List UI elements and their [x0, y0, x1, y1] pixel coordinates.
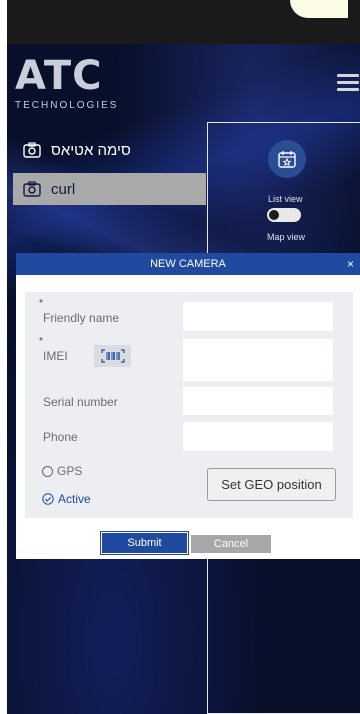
dialog-header: NEW CAMERA ×: [16, 253, 360, 275]
required-mark: *: [39, 298, 43, 309]
camera-icon: [23, 142, 41, 158]
cancel-button[interactable]: Cancel: [191, 535, 271, 553]
phone-label: Phone: [43, 430, 78, 444]
calendar-button[interactable]: [268, 140, 306, 178]
atc-logo: ATC TECHNOLOGIES: [15, 56, 118, 111]
camera-list-item[interactable]: סימה אטיאס: [13, 134, 206, 166]
camera-icon: [23, 181, 41, 197]
new-camera-dialog: NEW CAMERA × * Friendly name * IMEI Seri…: [16, 253, 360, 559]
camera-list-item-selected[interactable]: curl: [13, 173, 206, 205]
camera-list-item-label: curl: [51, 180, 76, 198]
imei-label: IMEI: [43, 349, 68, 363]
logo-subtext: TECHNOLOGIES: [15, 100, 119, 111]
hamburger-menu-icon[interactable]: [337, 74, 359, 92]
gps-option[interactable]: GPS: [42, 464, 82, 478]
friendly-name-input[interactable]: [183, 302, 333, 331]
gps-label: GPS: [57, 464, 83, 478]
check-circle-icon: [42, 493, 54, 505]
phone-input[interactable]: [183, 422, 333, 451]
barcode-icon: [100, 349, 125, 363]
imei-input[interactable]: [183, 339, 333, 381]
active-option[interactable]: Active: [42, 492, 91, 506]
view-toggle[interactable]: [267, 208, 301, 222]
close-icon[interactable]: ×: [347, 253, 354, 275]
required-mark: *: [39, 336, 43, 347]
list-view-label: List view: [268, 194, 303, 204]
camera-list-item-label: סימה אטיאס: [51, 141, 131, 159]
friendly-name-label: Friendly name: [43, 311, 120, 325]
corner-decoration: [290, 0, 348, 18]
map-view-label: Map view: [267, 232, 306, 242]
active-label: Active: [58, 492, 91, 506]
dialog-title: NEW CAMERA: [150, 258, 226, 270]
serial-number-label: Serial number: [43, 395, 118, 409]
barcode-scan-button[interactable]: [94, 345, 131, 367]
calendar-star-icon: [278, 151, 296, 168]
serial-number-input[interactable]: [183, 387, 333, 415]
radio-circle-icon: [42, 465, 53, 477]
logo-mark: ATC: [15, 53, 103, 99]
set-geo-position-button[interactable]: Set GEO position: [207, 468, 336, 501]
submit-button[interactable]: Submit: [102, 533, 187, 553]
